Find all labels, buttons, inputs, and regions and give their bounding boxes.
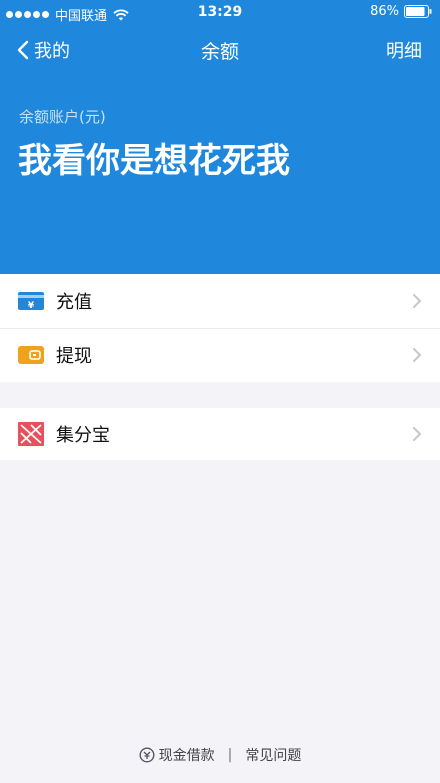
cash-loan-label: 现金借款 <box>158 748 215 764</box>
jifenbao-icon <box>18 422 44 446</box>
chevron-right-icon <box>413 294 422 308</box>
balance-header: 中国联通 13:29 86% 我的 余额 明细 余额账户(元) 我看你是想花死我 <box>0 0 440 274</box>
balance-label: 余额账户(元) <box>19 108 106 126</box>
svg-text:¥: ¥ <box>28 301 35 311</box>
funds-group: ¥ 充值 提现 <box>0 274 440 382</box>
recharge-card-icon: ¥ <box>18 292 44 311</box>
withdraw-item[interactable]: 提现 <box>0 328 440 382</box>
status-bar: 中国联通 13:29 86% <box>0 0 440 26</box>
details-button[interactable]: 明细 <box>386 37 422 63</box>
withdraw-label: 提现 <box>56 346 92 367</box>
recharge-label: 充值 <box>56 292 92 313</box>
recharge-item[interactable]: ¥ 充值 <box>0 274 440 328</box>
nav-bar: 我的 余额 明细 <box>0 26 440 72</box>
balance-page: 中国联通 13:29 86% 我的 余额 明细 余额账户(元) 我看你是想花死我… <box>0 0 440 783</box>
jifenbao-label: 集分宝 <box>56 425 110 446</box>
status-right: 86% <box>370 4 432 19</box>
cash-loan-icon <box>139 747 155 763</box>
cash-loan-link[interactable]: 现金借款 <box>139 745 215 765</box>
footer-separator: | <box>227 747 233 763</box>
battery-icon <box>404 5 432 18</box>
faq-link[interactable]: 常见问题 <box>245 745 301 765</box>
wallet-icon <box>18 346 44 364</box>
chevron-right-icon <box>413 348 422 362</box>
chevron-right-icon <box>413 427 422 441</box>
points-group: 集分宝 <box>0 408 440 460</box>
page-title: 余额 <box>200 41 239 63</box>
footer: 现金借款 | 常见问题 <box>0 744 440 766</box>
battery-percent: 86% <box>370 4 399 19</box>
jifenbao-item[interactable]: 集分宝 <box>0 408 440 460</box>
balance-value: 我看你是想花死我 <box>18 141 290 181</box>
